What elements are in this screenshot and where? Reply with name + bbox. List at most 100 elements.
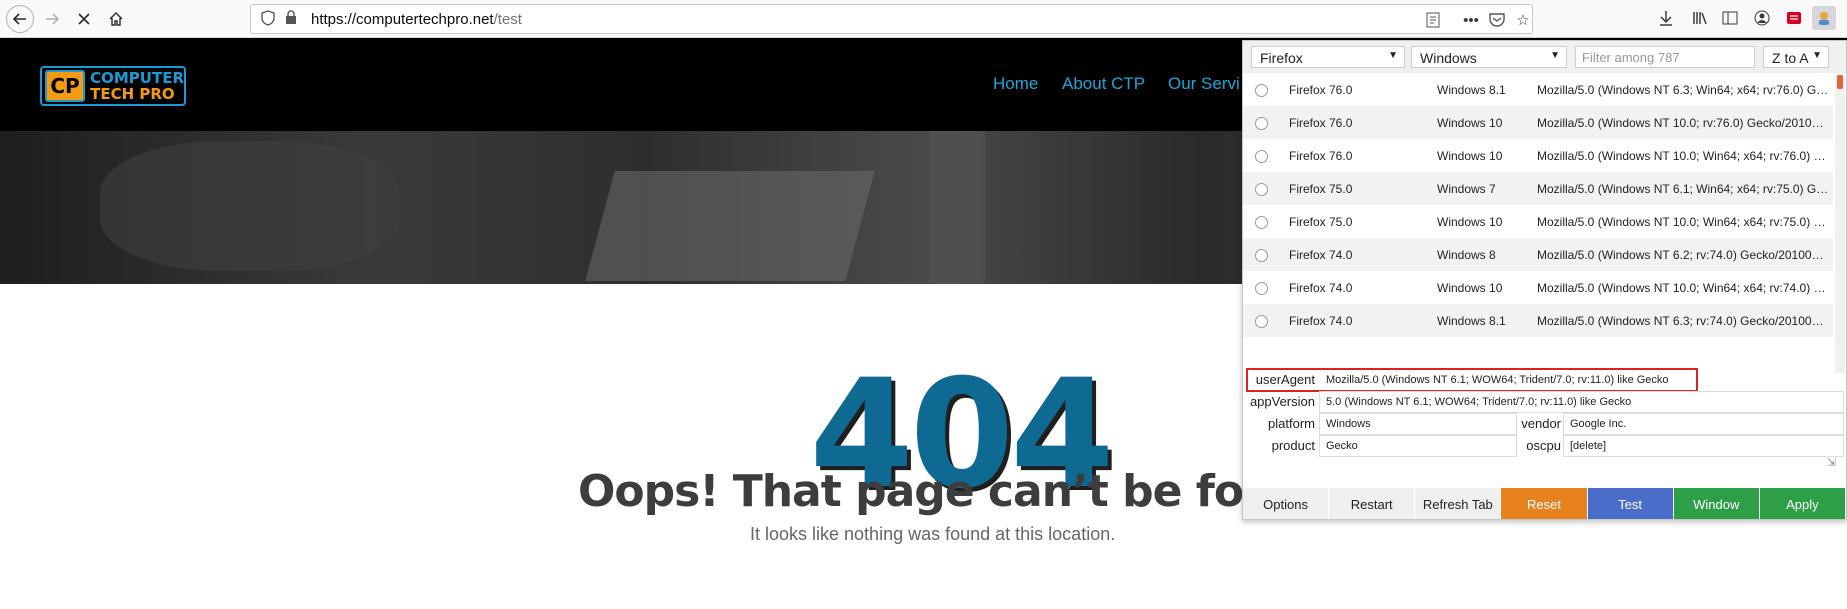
error-heading: Oops! That page can’t be fou: [578, 466, 1274, 517]
resize-handle-icon[interactable]: ⇲: [1827, 456, 1836, 469]
row-os: Windows 8.1: [1437, 314, 1506, 328]
apply-button[interactable]: Apply: [1759, 488, 1846, 519]
close-icon: [78, 13, 90, 25]
radio-button[interactable]: [1255, 183, 1268, 196]
row-os: Windows 8.1: [1437, 83, 1506, 97]
list-item[interactable]: Firefox 74.0 Windows 8 Mozilla/5.0 (Wind…: [1243, 238, 1833, 271]
refresh-tab-button[interactable]: Refresh Tab: [1415, 488, 1502, 519]
row-browser: Firefox 76.0: [1289, 149, 1353, 163]
list-item[interactable]: Firefox 74.0 Windows 10 Mozilla/5.0 (Win…: [1243, 271, 1833, 304]
chevron-down-icon: ▼: [1812, 50, 1822, 61]
restart-button[interactable]: Restart: [1329, 488, 1416, 519]
nav-about[interactable]: About CTP: [1062, 74, 1145, 94]
site-logo[interactable]: CP COMPUTER TECH PRO: [40, 66, 186, 106]
list-item[interactable]: Firefox 75.0 Windows 10 Mozilla/5.0 (Win…: [1243, 205, 1833, 238]
filter-input[interactable]: Filter among 787: [1575, 46, 1755, 68]
hero-background-shape: [585, 171, 875, 281]
row-user-agent: Mozilla/5.0 (Windows NT 6.2; rv:74.0) Ge…: [1537, 248, 1829, 262]
forward-arrow-icon: [46, 13, 60, 25]
row-browser: Firefox 74.0: [1289, 281, 1353, 295]
list-item[interactable]: Firefox 76.0 Windows 10 Mozilla/5.0 (Win…: [1243, 106, 1833, 139]
radio-button[interactable]: [1255, 150, 1268, 163]
scrollbar-thumb[interactable]: [1837, 75, 1843, 89]
product-field[interactable]: Gecko: [1319, 435, 1517, 457]
extension-red-icon[interactable]: [1782, 6, 1806, 30]
navigator-properties: userAgent Mozilla/5.0 (Windows NT 6.1; W…: [1243, 363, 1846, 473]
row-browser: Firefox 76.0: [1289, 83, 1353, 97]
url-bar[interactable]: https://computertechpro.net/test ••• ☆: [250, 4, 1533, 34]
test-button[interactable]: Test: [1587, 488, 1674, 519]
row-user-agent: Mozilla/5.0 (Windows NT 10.0; Win64; x64…: [1537, 215, 1829, 229]
user-agent-switcher-icon[interactable]: [1812, 6, 1836, 30]
row-browser: Firefox 74.0: [1289, 248, 1353, 262]
reader-view-icon[interactable]: [1421, 8, 1445, 32]
stop-button[interactable]: [70, 5, 98, 33]
tracking-protection-icon[interactable]: [261, 10, 275, 29]
platform-label: platform: [1268, 416, 1315, 431]
more-actions-icon[interactable]: •••: [1459, 8, 1483, 32]
os-select[interactable]: Windows ▼: [1411, 46, 1567, 68]
library-icon[interactable]: [1688, 6, 1712, 30]
vendor-label: vendor: [1521, 416, 1561, 431]
nav-services[interactable]: Our Servi: [1168, 74, 1240, 94]
radio-button[interactable]: [1255, 216, 1268, 229]
options-button[interactable]: Options: [1243, 488, 1330, 519]
radio-button[interactable]: [1255, 249, 1268, 262]
url-text[interactable]: https://computertechpro.net/test: [311, 11, 522, 28]
radio-button[interactable]: [1255, 84, 1268, 97]
row-browser: Firefox 74.0: [1289, 314, 1353, 328]
hero-background-shape: [930, 131, 985, 284]
sort-select[interactable]: Z to A ▼: [1763, 46, 1829, 68]
back-button[interactable]: [6, 5, 34, 33]
forward-button[interactable]: [38, 5, 66, 33]
pocket-icon[interactable]: [1485, 8, 1509, 32]
appversion-label: appVersion: [1249, 394, 1315, 409]
appversion-field[interactable]: 5.0 (Windows NT 6.1; WOW64; Trident/7.0;…: [1319, 391, 1844, 413]
lock-icon[interactable]: [285, 10, 297, 28]
logo-mark: CP: [45, 70, 86, 102]
vendor-field[interactable]: Google Inc.: [1563, 413, 1844, 435]
radio-button[interactable]: [1255, 282, 1268, 295]
row-os: Windows 7: [1437, 182, 1496, 196]
chevron-down-icon: ▼: [1388, 50, 1398, 61]
account-icon[interactable]: [1750, 6, 1774, 30]
sidebar-icon[interactable]: [1718, 6, 1742, 30]
row-user-agent: Mozilla/5.0 (Windows NT 6.1; Win64; x64;…: [1537, 182, 1829, 196]
row-os: Windows 8: [1437, 248, 1496, 262]
platform-field[interactable]: Windows: [1319, 413, 1517, 435]
home-button[interactable]: [102, 5, 130, 33]
list-item[interactable]: Firefox 76.0 Windows 10 Mozilla/5.0 (Win…: [1243, 139, 1833, 172]
oscpu-field[interactable]: [delete]: [1563, 435, 1844, 457]
hero-background-shape: [100, 141, 400, 271]
sort-select-value: Z to A: [1772, 50, 1809, 66]
url-path: /test: [493, 11, 522, 28]
home-icon: [109, 12, 123, 26]
useragent-field[interactable]: Mozilla/5.0 (Windows NT 6.1; WOW64; Trid…: [1319, 369, 1844, 391]
product-label: product: [1271, 438, 1315, 453]
row-user-agent: Mozilla/5.0 (Windows NT 10.0; rv:76.0) G…: [1537, 116, 1829, 130]
radio-button[interactable]: [1255, 117, 1268, 130]
row-user-agent: Mozilla/5.0 (Windows NT 6.3; Win64; x64;…: [1537, 83, 1829, 97]
row-user-agent: Mozilla/5.0 (Windows NT 10.0; Win64; x64…: [1537, 149, 1829, 163]
os-select-value: Windows: [1420, 50, 1477, 66]
list-item[interactable]: Firefox 74.0 Windows 8.1 Mozilla/5.0 (Wi…: [1243, 304, 1833, 337]
row-os: Windows 10: [1437, 281, 1503, 295]
list-item[interactable]: Firefox 75.0 Windows 7 Mozilla/5.0 (Wind…: [1243, 172, 1833, 205]
nav-home[interactable]: Home: [993, 74, 1038, 94]
row-user-agent: Mozilla/5.0 (Windows NT 6.3; rv:74.0) Ge…: [1537, 314, 1829, 328]
reset-button[interactable]: Reset: [1501, 488, 1588, 519]
radio-button[interactable]: [1255, 315, 1268, 328]
logo-text: COMPUTER TECH PRO: [90, 70, 184, 102]
url-host: https://computertechpro.net: [311, 11, 494, 28]
downloads-icon[interactable]: [1654, 6, 1678, 30]
back-arrow-icon: [12, 13, 26, 25]
list-scrollbar[interactable]: [1835, 73, 1845, 373]
browser-select[interactable]: Firefox ▼: [1251, 46, 1405, 68]
bookmark-star-icon[interactable]: ☆: [1511, 8, 1535, 32]
row-os: Windows 10: [1437, 116, 1503, 130]
logo-line1: COMPUTER: [90, 69, 184, 87]
list-item[interactable]: Firefox 76.0 Windows 8.1 Mozilla/5.0 (Wi…: [1243, 73, 1833, 106]
window-button[interactable]: Window: [1673, 488, 1760, 519]
row-browser: Firefox 75.0: [1289, 182, 1353, 196]
row-browser: Firefox 76.0: [1289, 116, 1353, 130]
